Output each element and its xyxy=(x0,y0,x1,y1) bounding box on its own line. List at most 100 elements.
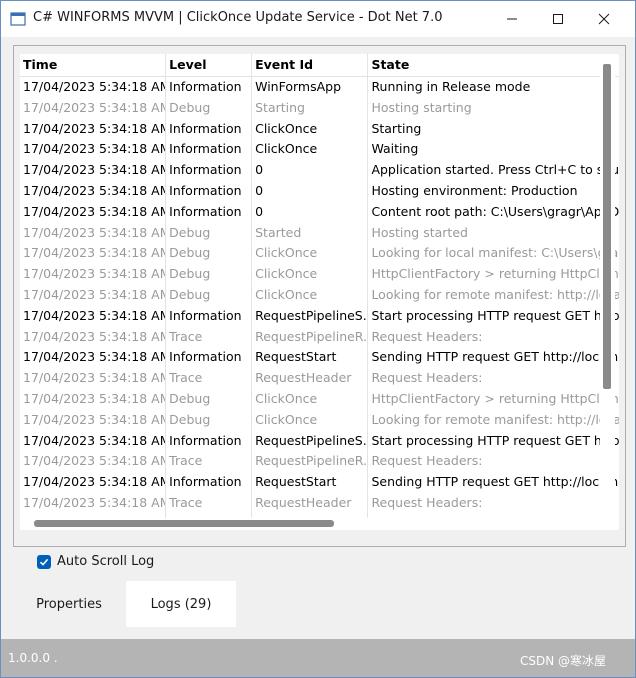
log-row[interactable]: 17/04/2023 5:34:18 AM Debug Started Hosting… xyxy=(20,222,619,244)
vertical-scroll-track[interactable] xyxy=(600,54,615,519)
close-button[interactable] xyxy=(581,1,627,37)
log-table: Time Level Event Id State 17/04/2023 5:3… xyxy=(20,54,619,527)
tab-properties[interactable]: Properties xyxy=(12,581,126,627)
log-cell-state: Request Headers: xyxy=(367,492,619,514)
horizontal-scrollbar-thumb[interactable] xyxy=(34,520,334,527)
close-icon xyxy=(598,10,610,29)
auto-scroll-checkbox[interactable] xyxy=(37,552,51,571)
maximize-button[interactable] xyxy=(535,1,581,37)
log-row[interactable]: 17/04/2023 5:34:18 AM Debug ClickOnce Looki… xyxy=(20,243,619,265)
log-cell-time: 17/04/2023 5:34:18 AM xyxy=(20,451,167,473)
log-row[interactable]: 17/04/2023 5:34:18 AM Trace RequestHeader R… xyxy=(20,368,619,389)
version-label: 1.0.0.0 . xyxy=(8,651,58,665)
log-cell-time: 17/04/2023 5:34:18 AM xyxy=(20,160,167,181)
tab-strip: Properties Logs (29) xyxy=(12,581,236,627)
log-row[interactable]: 17/04/2023 5:34:18 AM Debug ClickOnce Looki… xyxy=(20,409,619,431)
header-row: Time Level Event Id State xyxy=(20,54,619,77)
column-header-event-id[interactable]: Event Id xyxy=(251,54,369,77)
log-cell-state: Request Headers: xyxy=(367,326,619,348)
log-cell-time: 17/04/2023 5:34:18 AM xyxy=(20,97,167,119)
log-cell-time: 17/04/2023 5:34:18 AM xyxy=(20,409,167,431)
log-cell-level: Debug xyxy=(165,243,253,265)
column-header-time[interactable]: Time xyxy=(20,54,167,77)
log-cell-state: Request Headers: xyxy=(367,368,619,389)
log-cell-time: 17/04/2023 5:34:18 AM xyxy=(20,264,167,285)
log-cell-event-id: Started xyxy=(251,222,369,244)
log-cell-level: Information xyxy=(165,139,253,161)
log-cell-state: Looking for remote manifest: http://loca… xyxy=(367,409,619,431)
log-cell-time: 17/04/2023 5:34:18 AM xyxy=(20,201,167,223)
log-row[interactable]: 17/04/2023 5:34:18 AM Debug ClickOnce HttpC… xyxy=(20,388,619,410)
title-bar[interactable]: C# WINFORMS MVVM | ClickOnce Update Serv… xyxy=(1,1,635,37)
log-row[interactable]: 17/04/2023 5:34:18 AM Information 0 Applica… xyxy=(20,160,619,181)
log-row[interactable]: 17/04/2023 5:34:18 AM Debug ClickOnce Looki… xyxy=(20,284,619,306)
log-row[interactable]: 17/04/2023 5:34:18 AM Information RequestP… xyxy=(20,430,619,452)
log-row[interactable]: 17/04/2023 5:34:18 AM Information WinForms… xyxy=(20,76,619,98)
log-row[interactable]: 17/04/2023 5:34:18 AM Information RequestS… xyxy=(20,472,619,493)
log-cell-level: Information xyxy=(165,76,253,98)
log-cell-event-id: ClickOnce xyxy=(251,264,369,285)
log-row[interactable]: 17/04/2023 5:34:18 AM Trace RequestPipelin… xyxy=(20,451,619,473)
log-cell-level: Debug xyxy=(165,388,253,410)
status-bar: 1.0.0.0 . CSDN @寒冰屋 xyxy=(1,639,635,677)
log-row[interactable]: 17/04/2023 5:34:18 AM Trace RequestPipelin… xyxy=(20,326,619,348)
log-cell-time: 17/04/2023 5:34:18 AM xyxy=(20,76,167,98)
log-cell-state: Application started. Press Ctrl+C to shu… xyxy=(367,160,619,181)
checkmark-icon xyxy=(39,552,49,571)
log-cell-state: HttpClientFactory > returning HttpClient… xyxy=(367,388,619,410)
log-row[interactable]: 17/04/2023 5:34:18 AM Information 0 Content… xyxy=(20,201,619,223)
tab-logs[interactable]: Logs (29) xyxy=(126,581,236,627)
horizontal-scroll-track[interactable] xyxy=(20,518,619,530)
minimize-button[interactable] xyxy=(489,1,535,37)
log-cell-event-id: 0 xyxy=(251,180,369,202)
log-cell-level: Information xyxy=(165,118,253,140)
log-row[interactable]: 17/04/2023 5:34:18 AM Information 0 Hosting… xyxy=(20,180,619,202)
log-cell-time: 17/04/2023 5:34:18 AM xyxy=(20,243,167,265)
log-row[interactable]: 17/04/2023 5:34:18 AM Information ClickOnc… xyxy=(20,139,619,161)
log-cell-state: Request Headers: xyxy=(367,451,619,473)
log-cell-event-id: RequestStart xyxy=(251,347,369,369)
log-cell-level: Information xyxy=(165,347,253,369)
log-cell-event-id: RequestPipelineS... xyxy=(251,430,369,452)
log-cell-time: 17/04/2023 5:34:18 AM xyxy=(20,326,167,348)
log-cell-time: 17/04/2023 5:34:18 AM xyxy=(20,222,167,244)
log-cell-event-id: ClickOnce xyxy=(251,284,369,306)
log-row[interactable]: 17/04/2023 5:34:18 AM Information RequestP… xyxy=(20,305,619,327)
column-header-level[interactable]: Level xyxy=(165,54,253,77)
log-row[interactable]: 17/04/2023 5:34:18 AM Trace RequestHeader R… xyxy=(20,492,619,514)
log-cell-state: Sending HTTP request GET http://localho xyxy=(367,347,619,369)
vertical-scrollbar-thumb[interactable] xyxy=(603,64,611,389)
window-title: C# WINFORMS MVVM | ClickOnce Update Serv… xyxy=(33,10,443,25)
log-cell-state: HttpClientFactory > returning HttpClient… xyxy=(367,264,619,285)
log-cell-time: 17/04/2023 5:34:18 AM xyxy=(20,305,167,327)
log-cell-event-id: 0 xyxy=(251,201,369,223)
column-header-state[interactable]: State xyxy=(367,54,619,77)
log-row[interactable]: 17/04/2023 5:34:18 AM Information ClickOnc… xyxy=(20,118,619,140)
log-cell-time: 17/04/2023 5:34:18 AM xyxy=(20,284,167,306)
log-cell-state: Hosting started xyxy=(367,222,619,244)
log-row[interactable]: 17/04/2023 5:34:18 AM Debug Starting Hostin… xyxy=(20,97,619,119)
log-cell-event-id: RequestStart xyxy=(251,472,369,493)
auto-scroll-option[interactable]: Auto Scroll Log xyxy=(37,554,154,569)
log-row[interactable]: 17/04/2023 5:34:18 AM Debug ClickOnce HttpC… xyxy=(20,264,619,285)
log-cell-level: Trace xyxy=(165,451,253,473)
log-cell-state: Running in Release mode xyxy=(367,76,619,98)
log-cell-level: Debug xyxy=(165,97,253,119)
log-cell-state: Start processing HTTP request GET http:/ xyxy=(367,430,619,452)
log-cell-state: Hosting starting xyxy=(367,97,619,119)
log-panel: Time Level Event Id State 17/04/2023 5:3… xyxy=(13,45,626,547)
log-cell-event-id: ClickOnce xyxy=(251,118,369,140)
tab-properties-label: Properties xyxy=(36,596,102,612)
log-cell-state: Looking for local manifest: C:\Users\gra… xyxy=(367,243,619,265)
log-grid[interactable]: Time Level Event Id State 17/04/2023 5:3… xyxy=(20,54,619,527)
log-cell-level: Information xyxy=(165,160,253,181)
log-row[interactable]: 17/04/2023 5:34:18 AM Information RequestS… xyxy=(20,347,619,369)
app-window: C# WINFORMS MVVM | ClickOnce Update Serv… xyxy=(0,0,636,678)
log-cell-time: 17/04/2023 5:34:18 AM xyxy=(20,492,167,514)
auto-scroll-label[interactable]: Auto Scroll Log xyxy=(57,554,154,569)
log-cell-state: Content root path: C:\Users\gragr\AppDa xyxy=(367,201,619,223)
log-cell-level: Debug xyxy=(165,222,253,244)
log-cell-event-id: ClickOnce xyxy=(251,243,369,265)
log-cell-event-id: 0 xyxy=(251,160,369,181)
log-cell-state: Hosting environment: Production xyxy=(367,180,619,202)
